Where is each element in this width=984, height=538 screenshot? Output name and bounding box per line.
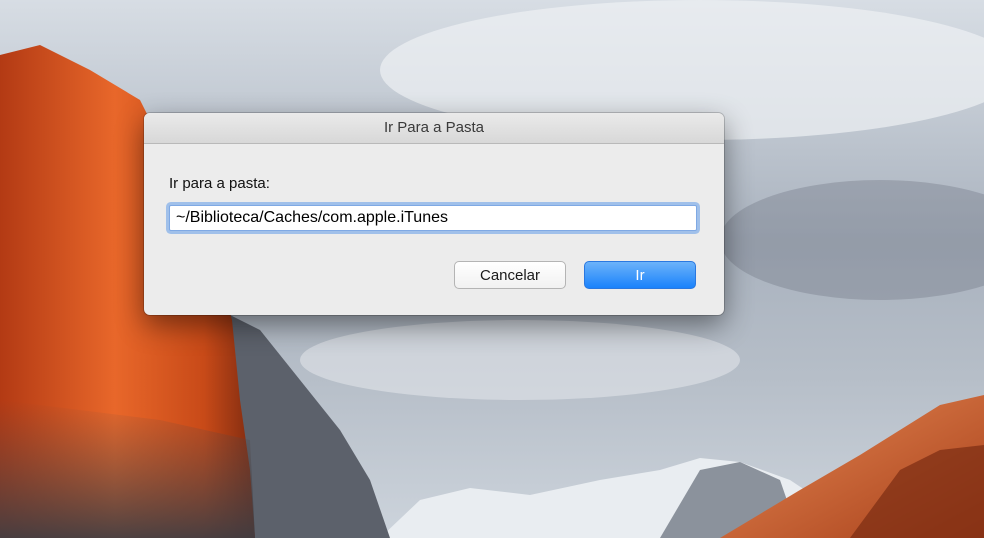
go-to-folder-dialog: Ir Para a Pasta Ir para a pasta: Cancela… — [144, 113, 724, 315]
folder-path-label: Ir para a pasta: — [169, 175, 270, 192]
go-button[interactable]: Ir — [584, 261, 696, 289]
cancel-button[interactable]: Cancelar — [454, 261, 566, 289]
folder-path-input[interactable] — [169, 205, 697, 231]
dialog-title: Ir Para a Pasta — [144, 113, 724, 144]
